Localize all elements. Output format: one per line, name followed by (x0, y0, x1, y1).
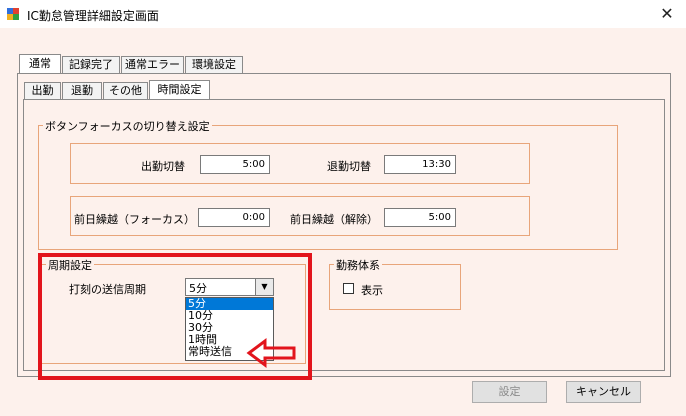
subtab-clock-out[interactable]: 退勤 (62, 82, 102, 100)
tab-environment-settings[interactable]: 環境設定 (185, 56, 243, 74)
close-icon[interactable]: ✕ (648, 0, 686, 28)
window-title: IC勤怠管理詳細設定画面 (27, 9, 159, 23)
tab-record-complete[interactable]: 記録完了 (62, 56, 120, 74)
carryover-release-input[interactable]: 5:00 (384, 208, 456, 227)
subtab-time-settings[interactable]: 時間設定 (149, 80, 210, 100)
tab-normal-error[interactable]: 通常エラー (121, 56, 184, 74)
switch-time-box (70, 143, 530, 184)
clock-out-switch-input[interactable]: 13:30 (384, 155, 456, 174)
settings-button[interactable]: 設定 (472, 381, 547, 403)
clock-in-switch-label: 出勤切替 (141, 160, 185, 173)
clock-in-switch-input[interactable]: 5:00 (200, 155, 270, 174)
cancel-button[interactable]: キャンセル (566, 381, 641, 403)
focus-switch-legend: ボタンフォーカスの切り替え設定 (43, 118, 212, 134)
display-checkbox[interactable] (343, 283, 354, 294)
subtab-clock-in[interactable]: 出勤 (24, 82, 61, 100)
carryover-focus-label: 前日繰越（フォーカス） (74, 213, 195, 226)
carryover-release-label: 前日繰越（解除） (290, 213, 378, 226)
annotation-arrow-icon (246, 338, 296, 368)
display-checkbox-label: 表示 (361, 284, 383, 297)
carryover-focus-input[interactable]: 0:00 (198, 208, 270, 227)
clock-out-switch-label: 退勤切替 (327, 160, 371, 173)
app-icon (7, 8, 19, 20)
work-system-legend: 勤務体系 (334, 257, 382, 273)
subtab-other[interactable]: その他 (103, 82, 148, 100)
tab-normal[interactable]: 通常 (19, 54, 61, 75)
